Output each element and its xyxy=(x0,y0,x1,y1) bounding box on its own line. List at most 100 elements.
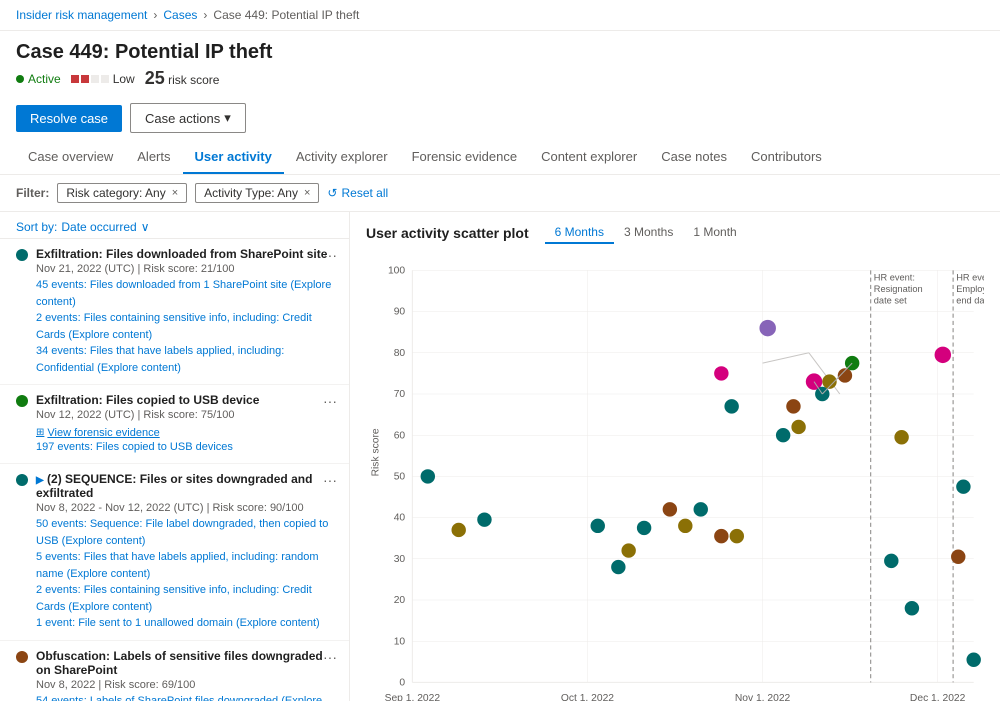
tab-case-overview[interactable]: Case overview xyxy=(16,141,125,174)
risk-category-clear-icon[interactable]: × xyxy=(172,187,178,199)
scatter-dot-25[interactable] xyxy=(894,430,908,444)
activity-detail-link[interactable]: 1 event: File sent to 1 unallowed domain… xyxy=(36,615,333,632)
scatter-dot-5[interactable] xyxy=(611,560,625,574)
activity-dot-icon xyxy=(16,651,28,663)
time-3months-button[interactable]: 3 Months xyxy=(614,222,683,244)
chart-title: User activity scatter plot xyxy=(366,225,529,241)
activity-detail-link[interactable]: 34 events: Files that have labels applie… xyxy=(36,343,333,376)
scatter-dot-13[interactable] xyxy=(724,399,738,413)
chart-area: 100 90 80 70 60 50 xyxy=(366,252,984,701)
scatter-dot-24[interactable] xyxy=(884,554,898,568)
scatter-dot-12[interactable] xyxy=(714,366,728,380)
activity-more-button[interactable]: ··· xyxy=(323,649,337,665)
scatter-dot-18[interactable] xyxy=(791,420,805,434)
scatter-dot-4[interactable] xyxy=(591,519,605,533)
activity-detail-link[interactable]: 45 events: Files downloaded from 1 Share… xyxy=(36,277,333,310)
list-item: Exfiltration: Files copied to USB device… xyxy=(0,385,349,464)
activity-more-button[interactable]: ··· xyxy=(323,393,337,409)
time-1month-button[interactable]: 1 Month xyxy=(683,222,746,244)
scatter-dot-6[interactable] xyxy=(621,543,635,557)
breadcrumb-cases[interactable]: Cases xyxy=(163,8,197,22)
tabs: Case overview Alerts User activity Activ… xyxy=(0,141,1000,175)
breadcrumb-insider-risk[interactable]: Insider risk management xyxy=(16,8,147,22)
page-header: Case 449: Potential IP theft Active Low … xyxy=(0,31,1000,95)
sort-date-button[interactable]: Date occurred xyxy=(61,220,136,234)
scatter-dot-28[interactable] xyxy=(951,550,965,564)
case-actions-label: Case actions xyxy=(145,111,220,126)
svg-text:Employment: Employment xyxy=(956,284,984,294)
svg-text:100: 100 xyxy=(388,265,405,276)
scatter-dot-16[interactable] xyxy=(776,428,790,442)
activity-dot-icon xyxy=(16,249,28,261)
scatter-dot-10[interactable] xyxy=(694,502,708,516)
forensic-evidence-link[interactable]: ⊞ View forensic evidence xyxy=(36,427,160,439)
expand-icon[interactable]: ▶ xyxy=(36,475,44,486)
tab-contributors[interactable]: Contributors xyxy=(739,141,834,174)
activity-list: Sort by: Date occurred ∨ Exfiltration: F… xyxy=(0,212,350,701)
chart-panel: User activity scatter plot 6 Months 3 Mo… xyxy=(350,212,1000,701)
scatter-dot-26[interactable] xyxy=(905,601,919,615)
scatter-dot-8[interactable] xyxy=(663,502,677,516)
activity-detail-link[interactable]: 2 events: Files containing sensitive inf… xyxy=(36,310,333,343)
activity-links: 45 events: Files downloaded from 1 Share… xyxy=(36,277,333,376)
breadcrumb-sep-2: › xyxy=(203,8,207,22)
scatter-dot-1[interactable] xyxy=(421,469,435,483)
activity-type-filter[interactable]: Activity Type: Any × xyxy=(195,183,319,203)
tab-case-notes[interactable]: Case notes xyxy=(649,141,739,174)
activity-detail-link[interactable]: 54 events: Labels of SharePoint files do… xyxy=(36,693,333,702)
risk-score-label-text: risk score xyxy=(168,73,219,87)
svg-text:0: 0 xyxy=(399,677,405,688)
risk-category-filter[interactable]: Risk category: Any × xyxy=(57,183,187,203)
svg-text:Nov 1, 2022: Nov 1, 2022 xyxy=(735,693,791,701)
activity-more-button[interactable]: ··· xyxy=(323,472,337,488)
activity-more-button[interactable]: ··· xyxy=(323,247,337,263)
scatter-dot-30[interactable] xyxy=(966,653,980,667)
tab-content-explorer[interactable]: Content explorer xyxy=(529,141,649,174)
sq1 xyxy=(71,75,79,83)
breadcrumb: Insider risk management › Cases › Case 4… xyxy=(0,0,1000,31)
tab-user-activity[interactable]: User activity xyxy=(183,141,284,174)
activity-detail-link[interactable]: 5 events: Files that have labels applied… xyxy=(36,549,333,582)
scatter-dot-9[interactable] xyxy=(678,519,692,533)
scatter-dot-3[interactable] xyxy=(477,512,491,526)
activity-detail-link[interactable]: 2 events: Files containing sensitive inf… xyxy=(36,582,333,615)
tab-forensic-evidence[interactable]: Forensic evidence xyxy=(400,141,530,174)
tab-alerts[interactable]: Alerts xyxy=(125,141,182,174)
activity-dot-icon xyxy=(16,395,28,407)
activity-type-clear-icon[interactable]: × xyxy=(304,187,310,199)
activity-detail-link[interactable]: 50 events: Sequence: File label downgrad… xyxy=(36,516,333,549)
sort-bar: Sort by: Date occurred ∨ xyxy=(0,216,349,239)
svg-text:Sep 1, 2022: Sep 1, 2022 xyxy=(385,693,441,701)
activity-items-container: Exfiltration: Files downloaded from Shar… xyxy=(0,239,349,701)
sq2 xyxy=(81,75,89,83)
reset-all-button[interactable]: ↺ Reset all xyxy=(327,186,388,200)
scatter-dot-17[interactable] xyxy=(786,399,800,413)
time-6months-button[interactable]: 6 Months xyxy=(545,222,614,244)
case-actions-button[interactable]: Case actions ▾ xyxy=(130,103,246,133)
scatter-dot-11[interactable] xyxy=(714,529,728,543)
svg-text:Oct 1, 2022: Oct 1, 2022 xyxy=(561,693,614,701)
scatter-dot-27[interactable] xyxy=(935,347,951,363)
svg-text:Risk score: Risk score xyxy=(370,428,381,476)
activity-title: Exfiltration: Files copied to USB device xyxy=(36,393,333,407)
sq3 xyxy=(91,75,99,83)
svg-text:60: 60 xyxy=(394,430,406,441)
activity-dot-icon xyxy=(16,474,28,486)
activity-detail-link[interactable]: 197 events: Files copied to USB devices xyxy=(36,439,333,456)
scatter-dot-7[interactable] xyxy=(637,521,651,535)
status-row: Active Low 25 risk score xyxy=(16,68,984,89)
resolve-case-button[interactable]: Resolve case xyxy=(16,105,122,132)
svg-text:70: 70 xyxy=(394,389,406,400)
tab-activity-explorer[interactable]: Activity explorer xyxy=(284,141,400,174)
scatter-dot-29[interactable] xyxy=(956,479,970,493)
active-label: Active xyxy=(28,72,61,86)
scatter-dot-15[interactable] xyxy=(759,320,775,336)
scatter-dot-2[interactable] xyxy=(451,523,465,537)
chart-header: User activity scatter plot 6 Months 3 Mo… xyxy=(366,212,984,252)
activity-type-label: Activity Type: Any xyxy=(204,186,298,200)
scatter-dot-14[interactable] xyxy=(730,529,744,543)
list-item: Obfuscation: Labels of sensitive files d… xyxy=(0,641,349,702)
svg-text:10: 10 xyxy=(394,636,406,647)
risk-category-label: Risk category: Any xyxy=(66,186,165,200)
svg-text:40: 40 xyxy=(394,513,406,524)
